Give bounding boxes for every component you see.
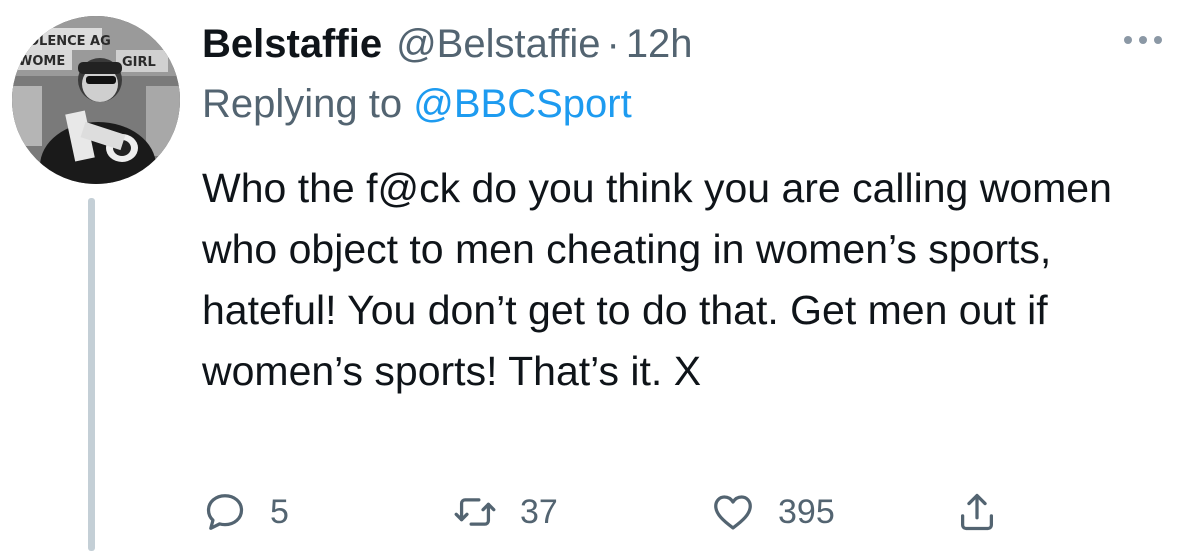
reply-count: 5: [270, 492, 289, 531]
more-icon[interactable]: [1115, 22, 1171, 58]
avatar[interactable]: OLENCE AG WOME GIRL: [12, 16, 180, 184]
like-icon: [714, 495, 752, 530]
author-handle[interactable]: @Belstaffie: [396, 22, 600, 67]
author-display-name[interactable]: Belstaffie: [202, 22, 382, 67]
share-button[interactable]: [954, 486, 1000, 538]
avatar-sign-text-3: GIRL: [122, 55, 156, 70]
avatar-sign-text-1: OLENCE AG: [28, 34, 111, 49]
thread-line: [88, 198, 95, 551]
share-icon: [960, 493, 994, 531]
header-separator: ·: [606, 21, 620, 66]
replying-to-label: Replying to: [202, 82, 414, 126]
avatar-image: OLENCE AG WOME GIRL: [12, 16, 180, 184]
retweet-icon: [454, 498, 496, 526]
retweet-button[interactable]: 37: [452, 486, 558, 538]
reply-button[interactable]: 5: [202, 486, 289, 538]
avatar-sign-text-2: WOME: [18, 54, 65, 69]
tweet-text: Who the f@ck do you think you are callin…: [202, 165, 1112, 394]
reply-mention-link[interactable]: @BBCSport: [413, 82, 631, 126]
replying-to: Replying to @BBCSport: [202, 82, 632, 134]
reply-icon: [206, 494, 244, 530]
like-button[interactable]: 395: [710, 486, 835, 538]
retweet-count: 37: [520, 492, 558, 531]
like-count: 395: [778, 492, 835, 531]
tweet-actions: 5 37 395: [202, 486, 1102, 538]
tweet-header: Belstaffie @Belstaffie · 12h: [202, 16, 693, 72]
tweet-timestamp[interactable]: 12h: [626, 22, 693, 67]
